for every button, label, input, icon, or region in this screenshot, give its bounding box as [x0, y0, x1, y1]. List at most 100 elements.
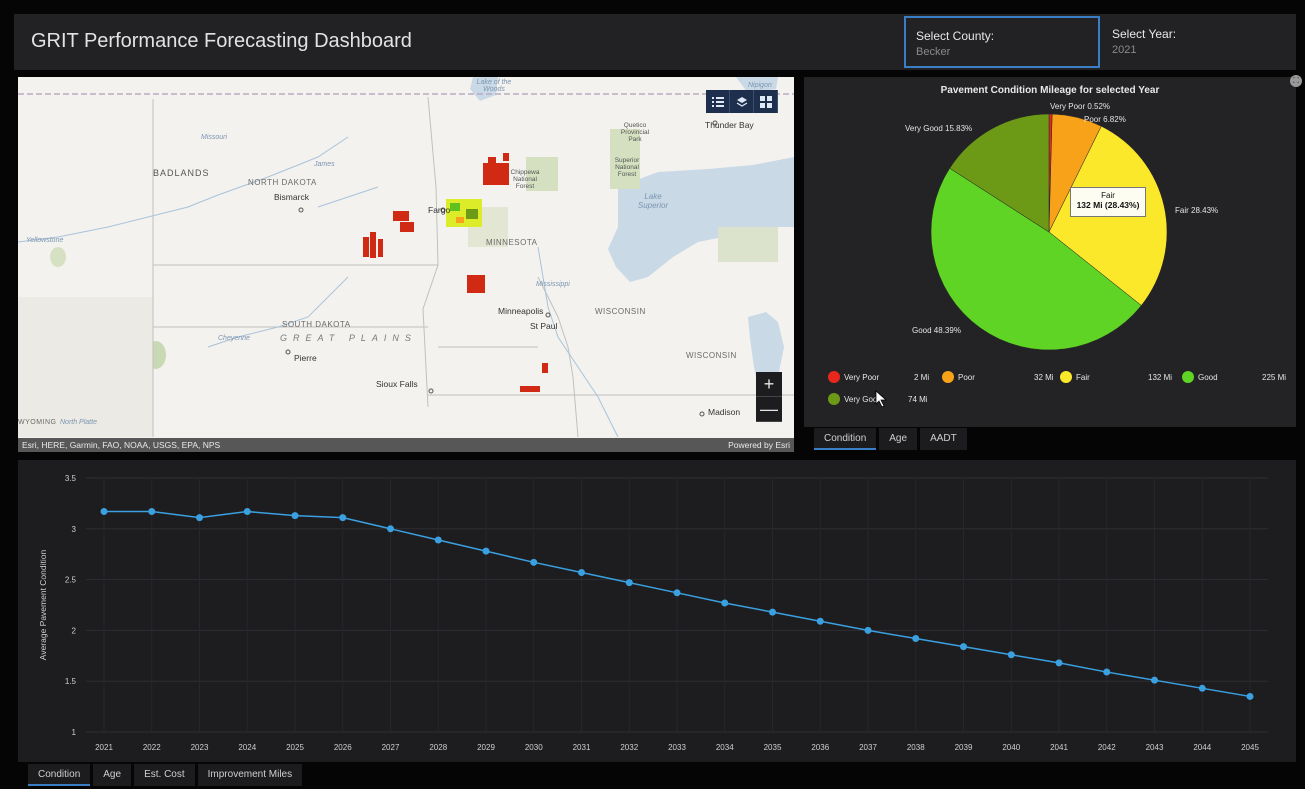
map-label-minnesota: MINNESOTA [486, 238, 538, 247]
map-label-north-platte: North Platte [60, 419, 97, 426]
x-tick-label: 2036 [811, 743, 829, 752]
forest-area [718, 227, 778, 262]
map-label-cheyenne: Cheyenne [218, 335, 250, 342]
tab-improvement-miles[interactable]: Improvement Miles [197, 764, 303, 786]
wyoming-area [18, 297, 153, 437]
data-point[interactable] [864, 626, 872, 634]
legend-list-icon[interactable] [706, 90, 730, 113]
data-point[interactable] [721, 599, 729, 607]
y-tick-label: 1 [72, 728, 77, 737]
data-point[interactable] [1198, 684, 1206, 692]
map-label-pierre: Pierre [294, 353, 317, 363]
x-tick-label: 2027 [382, 743, 400, 752]
page-title: GRIT Performance Forecasting Dashboard [31, 30, 412, 52]
x-tick-label: 2026 [334, 743, 352, 752]
powered-by-esri-link[interactable]: Powered by Esri [728, 440, 790, 450]
x-tick-label: 2025 [286, 743, 304, 752]
map-label-superior-nf: Superior National Forest [614, 157, 640, 178]
x-tick-label: 2022 [143, 743, 161, 752]
select-year-dropdown[interactable]: Select Year: 2021 [1102, 16, 1292, 68]
data-point[interactable] [578, 568, 585, 576]
data-point[interactable] [434, 536, 442, 544]
x-tick-label: 2034 [716, 743, 734, 752]
map-label-mississippi: Mississippi [536, 281, 570, 288]
city-dot [285, 349, 291, 355]
legend-dot [1060, 371, 1072, 383]
mouse-cursor-icon [875, 390, 888, 408]
y-tick-label: 2.5 [65, 576, 77, 585]
data-point[interactable] [960, 643, 967, 651]
tab-aadt[interactable]: AADT [920, 428, 967, 450]
map-label-sioux-falls: Sioux Falls [376, 379, 418, 389]
data-point[interactable] [912, 635, 920, 643]
data-point[interactable] [148, 508, 156, 516]
data-point[interactable] [100, 508, 108, 516]
tab-condition[interactable]: Condition [814, 428, 877, 450]
legend-list-glyph [711, 96, 724, 107]
slice-label-very-good: Very Good 15.83% [905, 124, 973, 133]
map-label-thunder-bay: Thunder Bay [705, 120, 754, 130]
data-point[interactable] [291, 512, 299, 520]
pie-chart [930, 113, 1168, 351]
x-tick-label: 2024 [238, 743, 256, 752]
map-label-minneapolis: Minneapolis [498, 306, 544, 316]
basemap-gallery-glyph [759, 95, 772, 108]
pie-tab-bar: Condition Age AADT [814, 428, 970, 450]
y-tick-label: 3.5 [65, 474, 77, 483]
border-line [537, 276, 579, 438]
city-dot [298, 207, 304, 213]
legend-value: 2 Mi [914, 373, 930, 382]
data-point[interactable] [673, 589, 681, 597]
legend-dot [942, 371, 954, 383]
y-tick-label: 3 [72, 525, 77, 534]
data-point[interactable] [625, 579, 633, 587]
legend-item-very-good[interactable]: Very Good [828, 393, 882, 405]
slice-label-very-poor: Very Poor 0.52% [1050, 102, 1111, 111]
becker-county-highlight [446, 199, 482, 227]
data-point[interactable] [1007, 651, 1015, 659]
x-tick-label: 2021 [95, 743, 113, 752]
map-label-bismarck: Bismarck [274, 192, 309, 202]
map-view[interactable]: BADLANDS NORTH DAKOTA Bismarck Fargo MIN… [18, 77, 794, 452]
map-label-wyoming: WYOMING [18, 419, 57, 426]
select-county-label: Select County: [916, 29, 995, 43]
x-tick-label: 2043 [1146, 743, 1164, 752]
legend-item-very-poor[interactable]: Very Poor [828, 371, 879, 383]
tab-age[interactable]: Age [93, 764, 132, 786]
legend-name: Poor [958, 372, 975, 382]
slice-label-good: Good 48.39% [912, 326, 961, 335]
data-point[interactable] [816, 617, 824, 625]
data-point[interactable] [387, 525, 394, 533]
tab-condition[interactable]: Condition [28, 764, 91, 786]
select-county-dropdown[interactable]: Select County: Becker [904, 16, 1100, 68]
select-county-value: Becker [916, 46, 951, 58]
data-point[interactable] [339, 514, 347, 522]
data-point[interactable] [1055, 659, 1063, 667]
zoom-in-button[interactable]: + [756, 372, 782, 397]
data-point[interactable] [769, 608, 776, 616]
map-label-missouri: Missouri [201, 134, 228, 141]
y-tick-label: 1.5 [65, 677, 77, 686]
data-point[interactable] [196, 514, 203, 522]
data-point[interactable] [530, 558, 538, 566]
tab-age[interactable]: Age [879, 428, 918, 450]
legend-item-poor[interactable]: Poor [942, 371, 975, 383]
data-point[interactable] [1246, 692, 1254, 700]
tab-est-cost[interactable]: Est. Cost [134, 764, 195, 786]
zoom-out-button[interactable]: — [756, 397, 782, 422]
tooltip-name: Fair [1101, 191, 1115, 200]
legend-item-fair[interactable]: Fair [1060, 371, 1090, 383]
data-point[interactable] [243, 508, 251, 516]
data-point[interactable] [1151, 676, 1158, 684]
map-label-north-dakota: NORTH DAKOTA [248, 178, 317, 187]
data-point[interactable] [1103, 668, 1111, 676]
x-tick-label: 2029 [477, 743, 495, 752]
border-line [422, 96, 439, 408]
legend-dot [828, 393, 840, 405]
layers-icon[interactable] [730, 90, 754, 113]
legend-name: Very Poor [844, 372, 880, 382]
basemap [18, 77, 794, 438]
data-point[interactable] [482, 547, 490, 555]
legend-item-good[interactable]: Good [1182, 371, 1218, 383]
basemap-gallery-icon[interactable] [754, 90, 778, 113]
